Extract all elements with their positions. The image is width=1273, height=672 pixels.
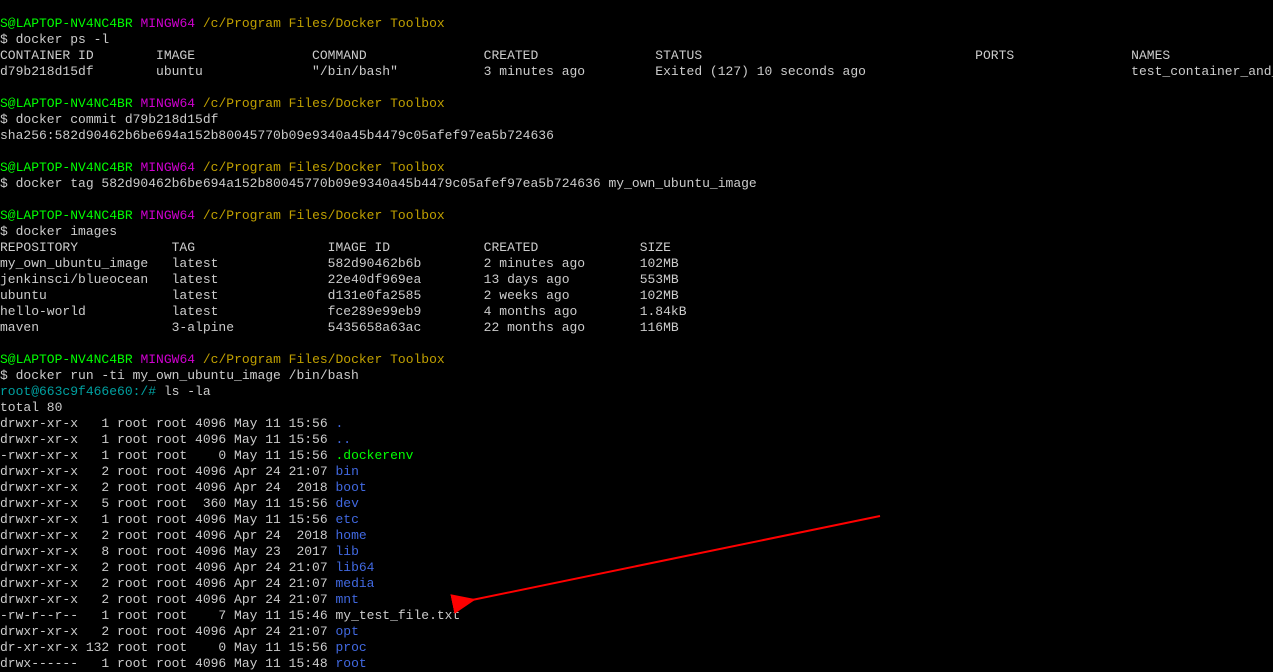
terminal-output[interactable]: S@LAPTOP-NV4NC4BR MINGW64 /c/Program Fil… [0, 0, 1273, 672]
